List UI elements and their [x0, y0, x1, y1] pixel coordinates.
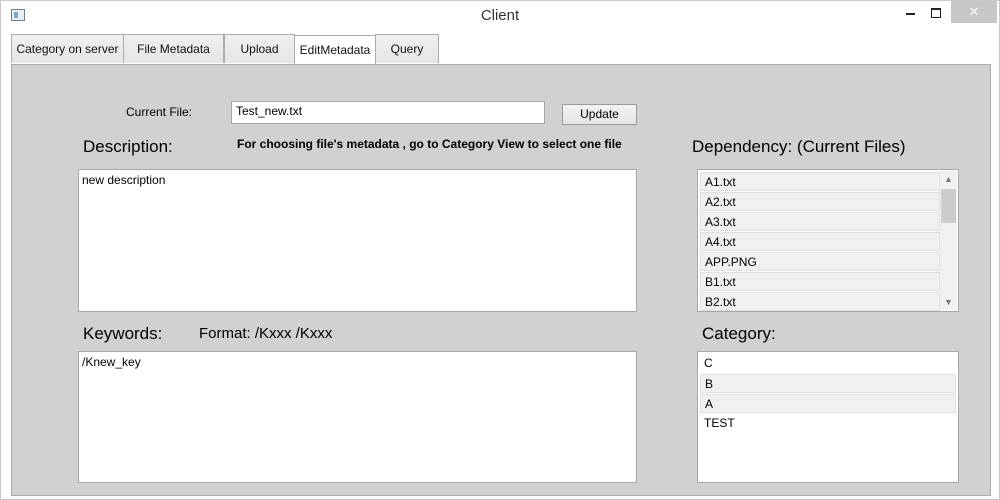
keywords-textarea[interactable]: /Knew_key [78, 351, 637, 483]
tab-upload[interactable]: Upload [224, 34, 295, 63]
window-title: Client [480, 7, 520, 24]
description-textarea[interactable]: new description [78, 169, 637, 312]
app-window: Client ✕ Category on server File Metadat… [0, 0, 1000, 500]
keywords-format-hint: Format: /Kxxx /Kxxx [199, 325, 333, 342]
list-item[interactable]: APP.PNG [700, 252, 940, 271]
scroll-down-icon[interactable]: ▼ [940, 294, 957, 310]
list-item[interactable]: A [700, 394, 956, 413]
tab-query[interactable]: Query [375, 34, 439, 63]
list-item[interactable]: B2.txt [700, 292, 940, 311]
title-bar: Client ✕ [1, 1, 999, 31]
category-label: Category: [702, 324, 776, 343]
category-listbox[interactable]: C B A TEST [697, 351, 959, 483]
list-item[interactable]: C [700, 354, 956, 373]
close-icon: ✕ [968, 4, 980, 19]
current-file-label: Current File: [126, 105, 193, 119]
keywords-label: Keywords: [83, 324, 163, 343]
list-item[interactable]: TEST [700, 414, 956, 433]
description-label: Description: [83, 137, 173, 156]
maximize-icon [931, 7, 941, 18]
dependency-listbox[interactable]: A1.txt A2.txt A3.txt A4.txt APP.PNG B1.t… [697, 169, 959, 312]
list-item[interactable]: B [700, 374, 956, 393]
list-item[interactable]: A3.txt [700, 212, 940, 231]
update-button[interactable]: Update [562, 104, 637, 125]
list-item[interactable]: A2.txt [700, 192, 940, 211]
list-item[interactable]: A1.txt [700, 172, 940, 191]
dependency-label: Dependency: (Current Files) [692, 137, 906, 156]
editmetadata-panel: Current File: Test_new.txt Update Descri… [11, 64, 991, 496]
tab-file-metadata[interactable]: File Metadata [123, 34, 224, 63]
tab-category-on-server[interactable]: Category on server [11, 34, 124, 63]
scroll-up-icon[interactable]: ▲ [940, 171, 957, 187]
minimize-icon [905, 12, 915, 15]
list-item[interactable]: A4.txt [700, 232, 940, 251]
minimize-button[interactable] [896, 1, 924, 23]
scroll-thumb[interactable] [941, 189, 956, 223]
current-file-input[interactable]: Test_new.txt [231, 101, 545, 124]
maximize-button[interactable] [922, 1, 950, 23]
list-item[interactable]: B1.txt [700, 272, 940, 291]
dependency-scrollbar[interactable]: ▲ ▼ [940, 171, 957, 310]
close-button[interactable]: ✕ [951, 1, 997, 23]
instruction-text: For choosing file's metadata , go to Cat… [237, 137, 622, 151]
tab-editmetadata[interactable]: EditMetadata [294, 35, 376, 64]
